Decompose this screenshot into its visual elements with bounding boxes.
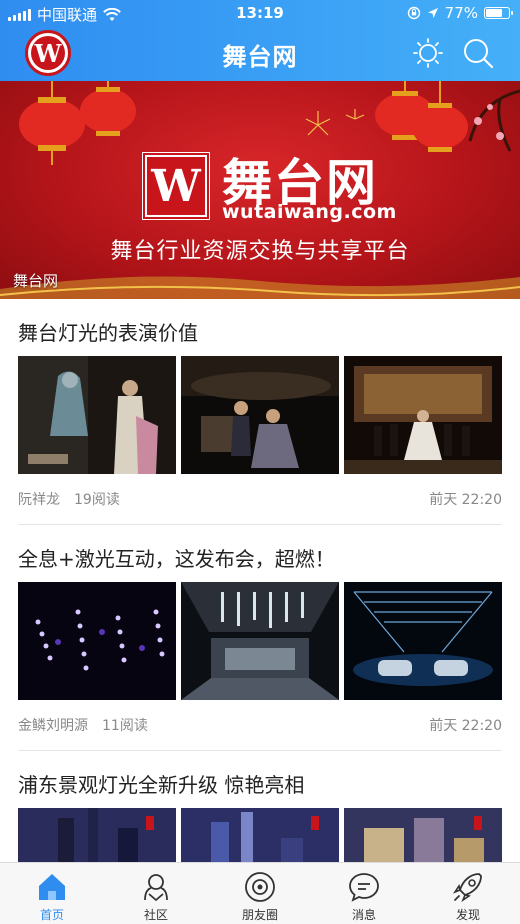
article-thumbnails: [18, 356, 502, 474]
article-meta: 阮祥龙 19阅读 前天 22:20: [18, 474, 502, 524]
message-icon: [349, 873, 379, 902]
article-feed: 舞台灯光的表演价值 阮祥龙 19阅读 前天 22:20 全息+激光互动，这发布会…: [0, 299, 520, 924]
rocket-icon: [452, 873, 482, 903]
tab-label: 消息: [351, 908, 376, 922]
article-time: 前天 22:20: [429, 718, 502, 734]
firework-decoration: [305, 109, 365, 136]
article-title[interactable]: 浦东景观灯光全新升级 惊艳亮相: [18, 751, 502, 808]
article-author[interactable]: 阮祥龙: [18, 489, 60, 509]
article-reads: 11阅读: [102, 718, 148, 734]
status-bar: 中国联通 13:19 77%: [0, 0, 520, 26]
article-title[interactable]: 全息+激光互动，这发布会，超燃！: [18, 525, 502, 582]
app-header: W 舞台网: [0, 26, 520, 81]
article-thumbnail[interactable]: [344, 356, 502, 474]
banner-carousel[interactable]: W 舞台网 wutaiwang.com 舞台行业资源交换与共享平台 舞台网: [0, 81, 520, 299]
article-meta: 金鳞刘明源 11阅读 前天 22:20: [18, 700, 502, 750]
plum-branch-decoration: [468, 89, 520, 152]
banner-brand-url: wutaiwang.com: [222, 201, 397, 223]
article-item[interactable]: 舞台灯光的表演价值 阮祥龙 19阅读 前天 22:20: [0, 299, 520, 524]
banner-slogan: 舞台行业资源交换与共享平台: [110, 239, 410, 264]
article-thumbnail[interactable]: [18, 356, 176, 474]
battery-icon: [484, 7, 513, 19]
article-thumbnail[interactable]: [181, 356, 339, 474]
moments-icon: [245, 872, 275, 902]
top-bar: 中国联通 13:19 77% W 舞台网: [0, 0, 520, 81]
community-icon: [144, 874, 168, 902]
tab-home[interactable]: 首页: [0, 863, 104, 924]
article-title[interactable]: 舞台灯光的表演价值: [18, 299, 502, 356]
banner-caption: 舞台网: [13, 272, 59, 290]
article-author[interactable]: 金鳞刘明源: [18, 715, 88, 735]
tab-community[interactable]: 社区: [104, 863, 208, 924]
tab-label: 发现: [455, 908, 480, 922]
brightness-icon[interactable]: [412, 37, 444, 69]
battery-percent: 77%: [444, 4, 478, 22]
tab-label: 首页: [39, 908, 64, 922]
tab-discover[interactable]: 发现: [416, 863, 520, 924]
article-thumbnail[interactable]: [181, 582, 339, 700]
article-item[interactable]: 全息+激光互动，这发布会，超燃！ 金鳞刘明源 11阅读 前天 22:20: [0, 525, 520, 750]
article-time: 前天 22:20: [429, 492, 502, 508]
article-thumbnails: [18, 582, 502, 700]
tab-moments[interactable]: 朋友圈: [208, 863, 312, 924]
article-reads: 19阅读: [74, 492, 120, 508]
tab-messages[interactable]: 消息: [312, 863, 416, 924]
tab-label: 社区: [143, 908, 168, 922]
home-icon: [39, 874, 65, 900]
location-icon: [427, 8, 438, 18]
article-thumbnail[interactable]: [18, 582, 176, 700]
article-thumbnail[interactable]: [344, 582, 502, 700]
tab-label: 朋友圈: [241, 908, 278, 922]
banner-logo: W: [142, 152, 210, 220]
search-icon[interactable]: [462, 37, 494, 69]
app-screen: 中国联通 13:19 77% W 舞台网 W 舞台网 wutaiwang.com…: [0, 0, 520, 924]
orientation-lock-icon: [407, 6, 420, 20]
bottom-tab-bar: 首页 社区 朋友圈 消息 发现: [0, 862, 520, 924]
